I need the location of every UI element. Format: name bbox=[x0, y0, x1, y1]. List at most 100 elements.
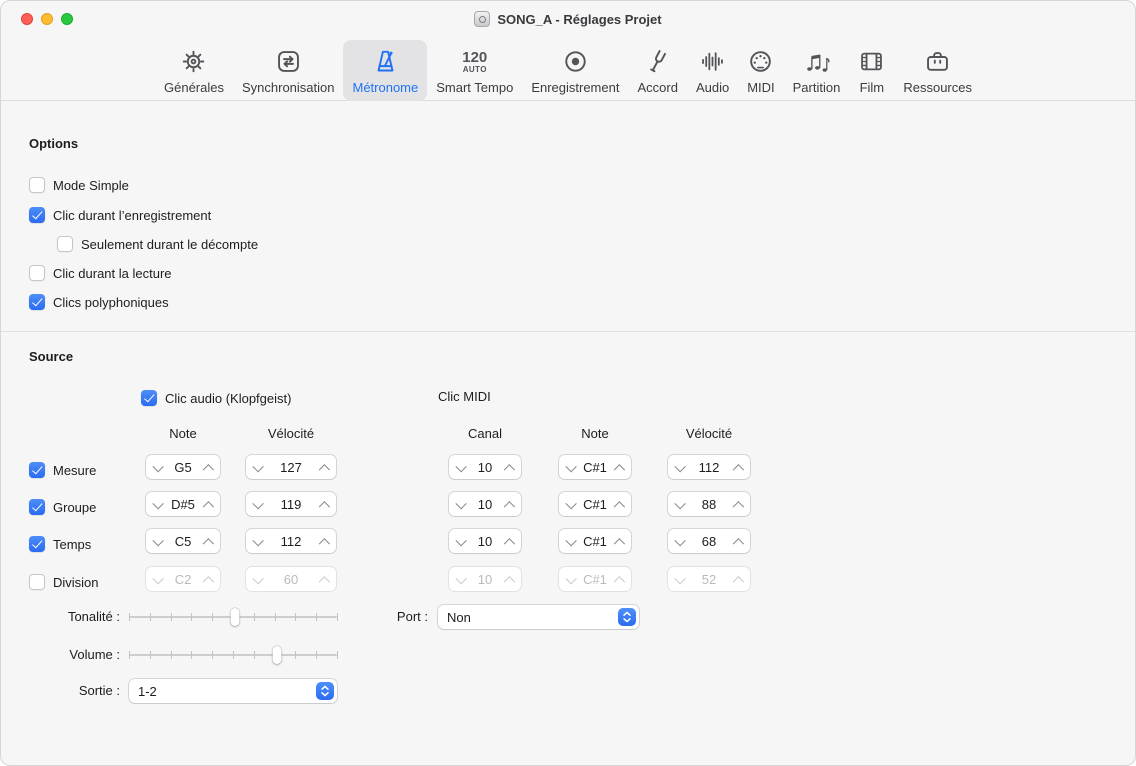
stepper-up-icon[interactable] bbox=[204, 500, 213, 509]
stepper-up-icon[interactable] bbox=[734, 575, 743, 584]
checkbox-row-clic-enregistrement[interactable]: Clic durant l’enregistrement bbox=[29, 206, 211, 224]
tab-film[interactable]: Film bbox=[849, 40, 894, 101]
clic-lecture-checkbox[interactable] bbox=[29, 265, 45, 281]
tab-metronome[interactable]: Métronome bbox=[343, 40, 428, 101]
stepper-up-icon[interactable] bbox=[615, 537, 624, 546]
volume-slider[interactable] bbox=[129, 645, 338, 665]
clic-audio-checkbox[interactable] bbox=[141, 390, 157, 406]
temps-checkbox[interactable] bbox=[29, 536, 45, 552]
mesure-canal-stepper[interactable]: 10 bbox=[449, 455, 521, 479]
clic-enregistrement-checkbox[interactable] bbox=[29, 207, 45, 223]
mesure-checkbox[interactable] bbox=[29, 462, 45, 478]
checkbox-row-decompte[interactable]: Seulement durant le décompte bbox=[57, 235, 258, 253]
mesure-midi-note-stepper[interactable]: C#1 bbox=[559, 455, 631, 479]
zoom-button[interactable] bbox=[61, 13, 73, 25]
stepper-down-icon[interactable] bbox=[675, 500, 684, 509]
stepper-down-icon[interactable] bbox=[456, 463, 465, 472]
division-midi-velocite-stepper[interactable]: 52 bbox=[668, 567, 750, 591]
division-canal-stepper[interactable]: 10 bbox=[449, 567, 521, 591]
close-button[interactable] bbox=[21, 13, 33, 25]
stepper-down-icon[interactable] bbox=[153, 500, 162, 509]
tab-enregistrement[interactable]: Enregistrement bbox=[522, 40, 628, 101]
division-midi-note-stepper[interactable]: C#1 bbox=[559, 567, 631, 591]
temps-midi-velocite-stepper[interactable]: 68 bbox=[668, 529, 750, 553]
groupe-midi-velocite-stepper[interactable]: 88 bbox=[668, 492, 750, 516]
stepper-up-icon[interactable] bbox=[734, 537, 743, 546]
stepper-down-icon[interactable] bbox=[153, 463, 162, 472]
stepper-up-icon[interactable] bbox=[320, 500, 329, 509]
stepper-up-icon[interactable] bbox=[204, 463, 213, 472]
stepper-down-icon[interactable] bbox=[456, 575, 465, 584]
groupe-checkbox[interactable] bbox=[29, 499, 45, 515]
stepper-down-icon[interactable] bbox=[153, 575, 162, 584]
tonalite-slider[interactable] bbox=[129, 607, 338, 627]
temps-row[interactable]: Temps bbox=[29, 532, 91, 556]
stepper-up-icon[interactable] bbox=[204, 537, 213, 546]
groupe-canal-stepper[interactable]: 10 bbox=[449, 492, 521, 516]
tab-generales[interactable]: Générales bbox=[155, 40, 233, 101]
stepper-up-icon[interactable] bbox=[505, 575, 514, 584]
stepper-down-icon[interactable] bbox=[456, 537, 465, 546]
stepper-up-icon[interactable] bbox=[505, 537, 514, 546]
tab-ressources[interactable]: Ressources bbox=[894, 40, 981, 101]
temps-velocite-stepper[interactable]: 112 bbox=[246, 529, 336, 553]
port-popup[interactable]: Non bbox=[438, 605, 639, 629]
stepper-up-icon[interactable] bbox=[615, 463, 624, 472]
volume-slider-thumb[interactable] bbox=[272, 646, 282, 664]
stepper-down-icon[interactable] bbox=[675, 537, 684, 546]
groupe-velocite-stepper[interactable]: 119 bbox=[246, 492, 336, 516]
tab-partition[interactable]: Partition bbox=[784, 40, 850, 101]
stepper-down-icon[interactable] bbox=[566, 575, 575, 584]
stepper-up-icon[interactable] bbox=[320, 463, 329, 472]
checkbox-row-mode-simple[interactable]: Mode Simple bbox=[29, 176, 129, 194]
mode-simple-checkbox[interactable] bbox=[29, 177, 45, 193]
division-velocite-stepper[interactable]: 60 bbox=[246, 567, 336, 591]
tab-accord[interactable]: Accord bbox=[628, 40, 686, 101]
groupe-note-stepper[interactable]: D#5 bbox=[146, 492, 220, 516]
stepper-down-icon[interactable] bbox=[253, 500, 262, 509]
stepper-down-icon[interactable] bbox=[153, 537, 162, 546]
clic-audio-row[interactable]: Clic audio (Klopfgeist) bbox=[141, 389, 291, 407]
stepper-up-icon[interactable] bbox=[505, 463, 514, 472]
stepper-down-icon[interactable] bbox=[566, 537, 575, 546]
mesure-velocite-stepper[interactable]: 127 bbox=[246, 455, 336, 479]
clics-polyphoniques-checkbox[interactable] bbox=[29, 294, 45, 310]
mesure-note-stepper[interactable]: G5 bbox=[146, 455, 220, 479]
tab-synchronisation[interactable]: Synchronisation bbox=[233, 40, 344, 101]
stepper-up-icon[interactable] bbox=[615, 575, 624, 584]
stepper-down-icon[interactable] bbox=[253, 463, 262, 472]
temps-midi-note-stepper[interactable]: C#1 bbox=[559, 529, 631, 553]
stepper-up-icon[interactable] bbox=[204, 575, 213, 584]
tab-smart-tempo[interactable]: 120 AUTO Smart Tempo bbox=[427, 40, 522, 101]
groupe-midi-note-stepper[interactable]: C#1 bbox=[559, 492, 631, 516]
temps-canal-stepper[interactable]: 10 bbox=[449, 529, 521, 553]
temps-note-stepper[interactable]: C5 bbox=[146, 529, 220, 553]
stepper-up-icon[interactable] bbox=[505, 500, 514, 509]
division-row[interactable]: Division bbox=[29, 570, 99, 594]
stepper-up-icon[interactable] bbox=[734, 463, 743, 472]
checkbox-row-clics-polyphoniques[interactable]: Clics polyphoniques bbox=[29, 293, 169, 311]
stepper-up-icon[interactable] bbox=[615, 500, 624, 509]
decompte-checkbox[interactable] bbox=[57, 236, 73, 252]
stepper-down-icon[interactable] bbox=[566, 463, 575, 472]
stepper-up-icon[interactable] bbox=[734, 500, 743, 509]
minimize-button[interactable] bbox=[41, 13, 53, 25]
mesure-row[interactable]: Mesure bbox=[29, 458, 96, 482]
stepper-down-icon[interactable] bbox=[566, 500, 575, 509]
tab-audio[interactable]: Audio bbox=[687, 40, 738, 101]
sortie-popup[interactable]: 1-2 bbox=[129, 679, 337, 703]
checkbox-row-clic-lecture[interactable]: Clic durant la lecture bbox=[29, 264, 172, 282]
mesure-midi-velocite-stepper[interactable]: 112 bbox=[668, 455, 750, 479]
stepper-up-icon[interactable] bbox=[320, 537, 329, 546]
stepper-down-icon[interactable] bbox=[675, 463, 684, 472]
groupe-row[interactable]: Groupe bbox=[29, 495, 96, 519]
stepper-down-icon[interactable] bbox=[675, 575, 684, 584]
stepper-up-icon[interactable] bbox=[320, 575, 329, 584]
stepper-down-icon[interactable] bbox=[253, 537, 262, 546]
division-checkbox[interactable] bbox=[29, 574, 45, 590]
division-note-stepper[interactable]: C2 bbox=[146, 567, 220, 591]
stepper-down-icon[interactable] bbox=[253, 575, 262, 584]
stepper-down-icon[interactable] bbox=[456, 500, 465, 509]
tab-midi[interactable]: MIDI bbox=[738, 40, 783, 101]
tonalite-slider-thumb[interactable] bbox=[230, 608, 240, 626]
